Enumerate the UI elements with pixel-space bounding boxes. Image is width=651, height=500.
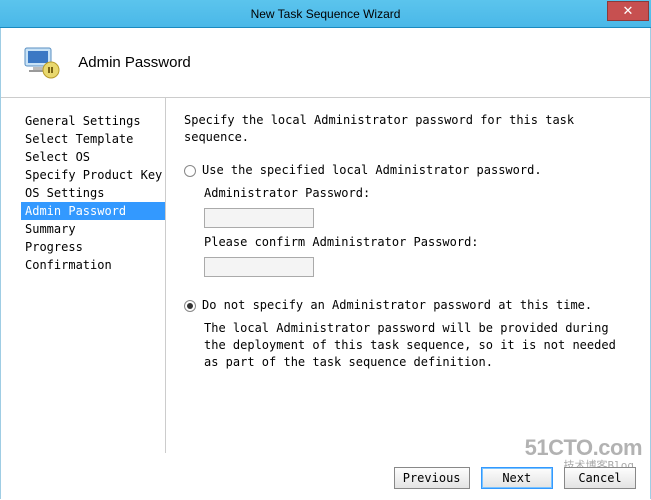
main-panel: Specify the local Administrator password… (166, 98, 650, 453)
sidebar-item-os-settings[interactable]: OS Settings (21, 184, 165, 202)
option-no-password-description: The local Administrator password will be… (204, 320, 632, 371)
sidebar-item-admin-password[interactable]: Admin Password (21, 202, 165, 220)
button-bar: Previous Next Cancel (390, 467, 636, 489)
option-use-password[interactable]: Use the specified local Administrator pa… (184, 162, 632, 179)
next-button[interactable]: Next (481, 467, 553, 489)
confirm-password-input (204, 257, 314, 277)
radio-use-password[interactable] (184, 165, 196, 177)
previous-button[interactable]: Previous (394, 467, 470, 489)
option-use-password-label: Use the specified local Administrator pa… (202, 163, 542, 177)
instruction-text: Specify the local Administrator password… (184, 112, 632, 146)
sidebar-item-confirmation[interactable]: Confirmation (21, 256, 165, 274)
radio-no-password[interactable] (184, 300, 196, 312)
close-button[interactable]: ✕ (607, 1, 649, 21)
sidebar: General Settings Select Template Select … (1, 98, 166, 453)
wizard-header: Admin Password (1, 28, 650, 98)
option-no-password-label: Do not specify an Administrator password… (202, 298, 592, 312)
admin-password-input (204, 208, 314, 228)
page-title: Admin Password (78, 54, 191, 71)
confirm-password-label: Please confirm Administrator Password: (204, 234, 632, 251)
sidebar-item-select-template[interactable]: Select Template (21, 130, 165, 148)
sidebar-item-specify-product-key[interactable]: Specify Product Key (21, 166, 165, 184)
admin-password-label: Administrator Password: (204, 185, 632, 202)
sidebar-item-select-os[interactable]: Select OS (21, 148, 165, 166)
sidebar-item-progress[interactable]: Progress (21, 238, 165, 256)
window-body: Admin Password General Settings Select T… (0, 28, 651, 499)
titlebar: New Task Sequence Wizard ✕ (0, 0, 651, 28)
sidebar-item-summary[interactable]: Summary (21, 220, 165, 238)
option-no-password[interactable]: Do not specify an Administrator password… (184, 297, 632, 314)
monitor-icon (21, 42, 61, 82)
window-title: New Task Sequence Wizard (251, 7, 401, 21)
sidebar-item-general-settings[interactable]: General Settings (21, 112, 165, 130)
cancel-button[interactable]: Cancel (564, 467, 636, 489)
content-area: General Settings Select Template Select … (1, 98, 650, 453)
